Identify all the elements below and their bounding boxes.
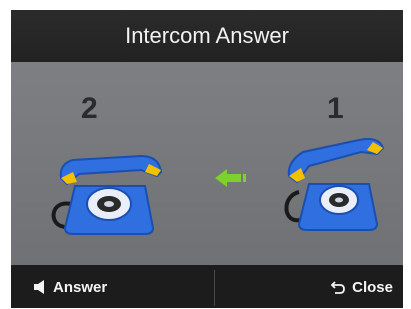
- softkey-divider: [214, 270, 215, 306]
- close-button[interactable]: Close: [330, 266, 393, 308]
- title-bar: Intercom Answer: [11, 10, 403, 62]
- telephone-icon: [51, 154, 163, 235]
- speaker-icon: [34, 280, 44, 294]
- call-illustration: 2 1: [11, 62, 403, 265]
- answer-button[interactable]: Answer: [33, 266, 107, 308]
- close-button-label: Close: [352, 278, 393, 296]
- station-2-label: 2: [81, 92, 98, 125]
- intercom-screen: Intercom Answer 2 1 Answer Close: [11, 10, 403, 308]
- answer-button-label: Answer: [53, 278, 108, 296]
- return-arrow-icon: [330, 281, 346, 294]
- arrow-left-icon: [215, 169, 246, 187]
- softkey-bar: Answer Close: [11, 266, 403, 308]
- page-title: Intercom Answer: [125, 23, 289, 48]
- telephone-icon: [284, 138, 385, 231]
- station-1-label: 1: [327, 92, 344, 125]
